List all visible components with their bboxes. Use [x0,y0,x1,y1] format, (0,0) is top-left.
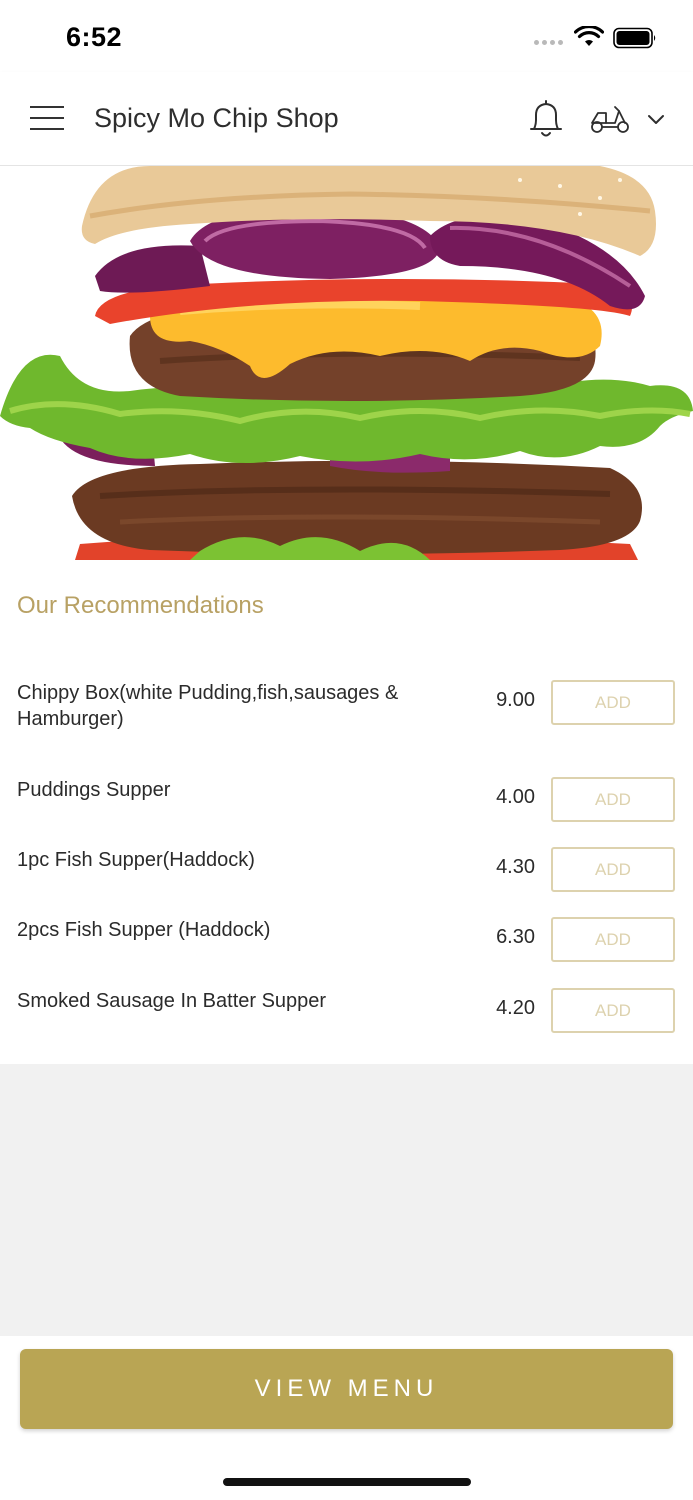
battery-icon [613,27,656,49]
bell-icon[interactable] [527,98,565,140]
item-name: Puddings Supper [17,779,171,801]
hamburger-menu-icon[interactable] [30,106,64,132]
app-header: Spicy Mo Chip Shop [0,72,693,166]
add-button[interactable]: ADD [551,777,675,822]
item-name: Chippy Box(white Pudding,fish,sausages &… [17,682,399,730]
add-button[interactable]: ADD [551,988,675,1033]
chevron-down-icon[interactable] [646,112,666,126]
section-title-recommendations: Our Recommendations [17,592,264,619]
add-button[interactable]: ADD [551,917,675,962]
home-indicator[interactable] [223,1478,471,1486]
empty-content-area [0,1064,693,1336]
cellular-signal-icon [534,40,563,45]
view-menu-button[interactable]: VIEW MENU [20,1349,673,1429]
item-price: 4.30 [496,856,535,878]
status-bar: 6:52 [0,0,693,72]
bottom-bar: VIEW MENU [0,1336,693,1500]
wifi-icon [574,26,604,46]
item-name: 2pcs Fish Supper (Haddock) [17,919,271,941]
item-price: 9.00 [496,689,535,711]
add-button[interactable]: ADD [551,680,675,725]
item-price: 6.30 [496,926,535,948]
item-price: 4.00 [496,786,535,808]
item-price: 4.20 [496,997,535,1019]
page-title: Spicy Mo Chip Shop [94,103,339,133]
scooter-delivery-icon[interactable] [589,103,631,135]
item-name: 1pc Fish Supper(Haddock) [17,849,255,871]
hero-burger-image [0,166,693,560]
status-time: 6:52 [66,22,123,52]
add-button[interactable]: ADD [551,847,675,892]
item-name: Smoked Sausage In Batter Supper [17,990,327,1012]
